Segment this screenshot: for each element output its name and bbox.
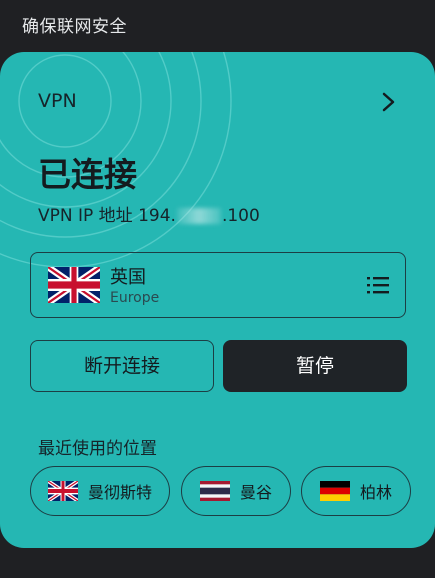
list-icon[interactable] (367, 275, 389, 295)
location-name: 英国 (110, 267, 146, 288)
location-region: Europe (110, 290, 160, 306)
disconnect-button[interactable]: 断开连接 (30, 340, 214, 392)
ip-redacted (176, 208, 221, 224)
recent-location-label: 曼谷 (239, 483, 272, 502)
recent-location-bangkok[interactable]: 曼谷 (181, 466, 291, 516)
vpn-label: VPN (38, 90, 77, 112)
pause-button[interactable]: 暂停 (223, 340, 407, 392)
recent-location-label: 柏林 (359, 483, 392, 502)
chevron-right-icon[interactable] (378, 88, 400, 116)
uk-flag-icon (47, 481, 78, 501)
recent-location-manchester[interactable]: 曼彻斯特 (30, 466, 170, 516)
location-selector[interactable]: 英国 Europe (30, 252, 406, 318)
ip-prefix: VPN IP 地址 194. (38, 206, 176, 226)
page-header: 确保联网安全 (22, 17, 127, 37)
ip-suffix: .100 (221, 206, 260, 226)
uk-flag-icon (48, 267, 100, 303)
vpn-card: VPN 已连接 VPN IP 地址 194. .100 英国 Europe 断开连… (0, 52, 435, 548)
vpn-ip-address: VPN IP 地址 194. .100 (38, 201, 260, 226)
recent-locations-title: 最近使用的位置 (38, 439, 157, 459)
recent-location-berlin[interactable]: 柏林 (301, 466, 411, 516)
thailand-flag-icon (199, 481, 230, 501)
recent-location-label: 曼彻斯特 (87, 483, 152, 502)
germany-flag-icon (319, 481, 350, 501)
connection-status: 已连接 (38, 155, 137, 194)
